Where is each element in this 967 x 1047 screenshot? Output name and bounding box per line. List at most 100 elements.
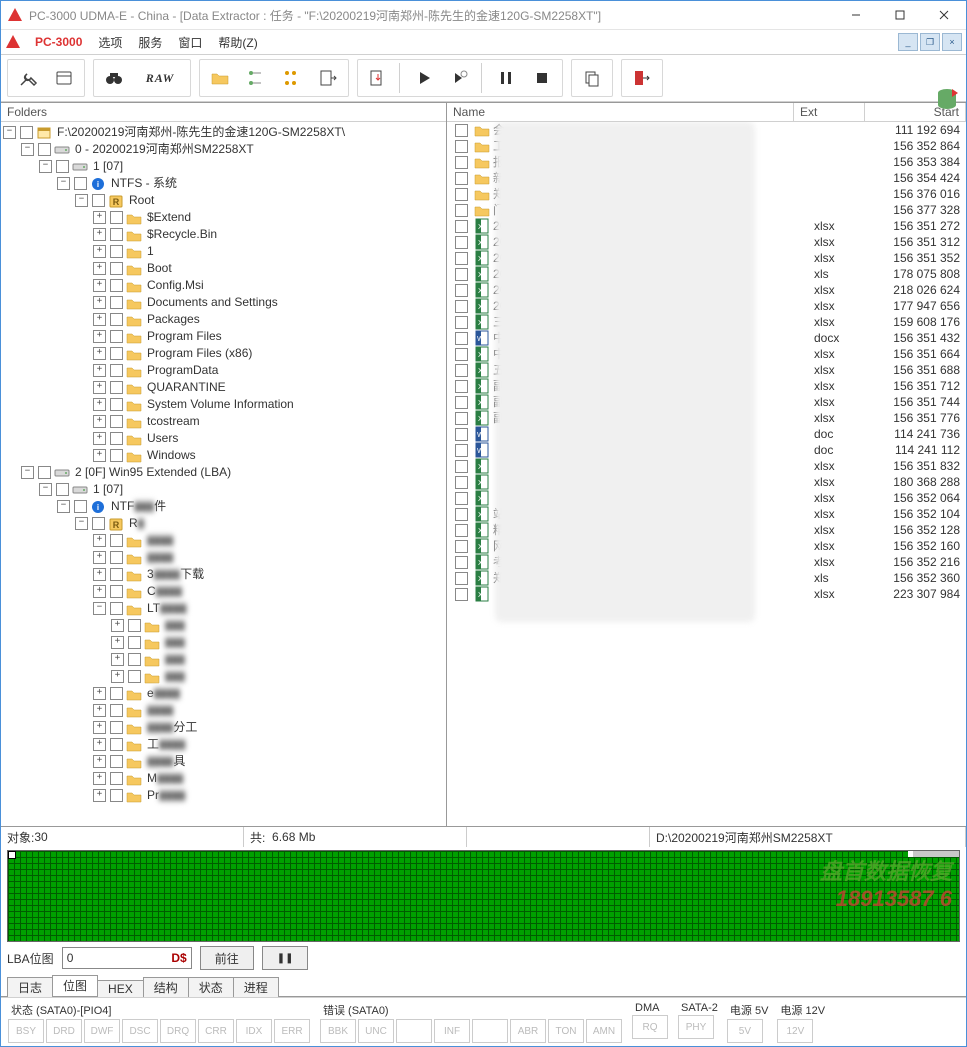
expand-toggle[interactable]: − xyxy=(21,143,34,156)
mdi-minimize-button[interactable]: _ xyxy=(898,33,918,51)
expand-toggle[interactable]: + xyxy=(93,551,106,564)
tree-row[interactable]: +Config.Msi xyxy=(93,277,446,294)
tab-5[interactable]: 进程 xyxy=(233,977,279,997)
checkbox[interactable] xyxy=(110,381,123,394)
expand-toggle[interactable]: + xyxy=(93,211,106,224)
expand-toggle[interactable]: + xyxy=(111,636,124,649)
tree-row[interactable]: +M▮▮▮▮ xyxy=(93,770,446,787)
expand-toggle[interactable]: + xyxy=(93,279,106,292)
tree-row[interactable]: +▮▮▮▮ xyxy=(93,532,446,549)
checkbox[interactable] xyxy=(455,412,468,425)
pause-button[interactable] xyxy=(489,62,523,94)
expand-toggle[interactable]: − xyxy=(39,483,52,496)
checkbox[interactable] xyxy=(455,300,468,313)
expand-toggle[interactable]: − xyxy=(93,602,106,615)
tree-row[interactable]: +▮▮▮ xyxy=(111,617,446,634)
expand-toggle[interactable]: + xyxy=(93,262,106,275)
expand-toggle[interactable]: + xyxy=(93,755,106,768)
checkbox[interactable] xyxy=(110,432,123,445)
checkbox[interactable] xyxy=(455,524,468,537)
checkbox[interactable] xyxy=(455,156,468,169)
tree-row[interactable]: +工▮▮▮▮ xyxy=(93,736,446,753)
map-sectors-button[interactable] xyxy=(275,62,309,94)
checkbox[interactable] xyxy=(56,160,69,173)
folder-tree[interactable]: −F:\20200219河南郑州-陈先生的金速120G-SM2258XT\−0 … xyxy=(1,122,446,826)
checkbox[interactable] xyxy=(110,279,123,292)
lba-bitmap[interactable] xyxy=(7,850,960,942)
maximize-button[interactable] xyxy=(878,1,922,29)
checkbox[interactable] xyxy=(455,364,468,377)
tab-0[interactable]: 日志 xyxy=(7,977,53,997)
checkbox[interactable] xyxy=(455,268,468,281)
expand-toggle[interactable]: − xyxy=(75,194,88,207)
checkbox[interactable] xyxy=(92,517,105,530)
checkbox[interactable] xyxy=(128,670,141,683)
tree-row[interactable]: −RR▮ xyxy=(75,515,446,532)
checkbox[interactable] xyxy=(110,738,123,751)
checkbox[interactable] xyxy=(455,508,468,521)
tab-2[interactable]: HEX xyxy=(97,980,144,997)
task-button[interactable] xyxy=(47,62,81,94)
checkbox[interactable] xyxy=(110,228,123,241)
checkbox[interactable] xyxy=(128,619,141,632)
checkbox[interactable] xyxy=(110,789,123,802)
expand-toggle[interactable]: + xyxy=(111,653,124,666)
tree-row[interactable]: −0 - 20200219河南郑州SM2258XT xyxy=(21,141,446,158)
tree-row[interactable]: +Documents and Settings xyxy=(93,294,446,311)
checkbox[interactable] xyxy=(110,704,123,717)
checkbox[interactable] xyxy=(455,204,468,217)
checkbox[interactable] xyxy=(455,444,468,457)
expand-toggle[interactable]: + xyxy=(93,330,106,343)
expand-toggle[interactable]: + xyxy=(93,738,106,751)
expand-toggle[interactable]: + xyxy=(93,568,106,581)
expand-toggle[interactable]: + xyxy=(93,364,106,377)
expand-toggle[interactable]: + xyxy=(93,449,106,462)
expand-toggle[interactable]: + xyxy=(93,534,106,547)
checkbox[interactable] xyxy=(455,380,468,393)
checkbox[interactable] xyxy=(110,398,123,411)
tree-row[interactable]: −F:\20200219河南郑州-陈先生的金速120G-SM2258XT\ xyxy=(3,124,446,141)
expand-toggle[interactable]: + xyxy=(93,381,106,394)
checkbox[interactable] xyxy=(455,188,468,201)
checkbox[interactable] xyxy=(455,572,468,585)
checkbox[interactable] xyxy=(74,177,87,190)
tree-row[interactable]: +System Volume Information xyxy=(93,396,446,413)
checkbox[interactable] xyxy=(110,313,123,326)
tree-row[interactable]: +▮▮▮▮ xyxy=(93,702,446,719)
lba-input[interactable]: 0D$ xyxy=(62,947,192,969)
copy-button[interactable] xyxy=(575,62,609,94)
menu-options[interactable]: 选项 xyxy=(90,32,130,53)
tree-row[interactable]: +$Extend xyxy=(93,209,446,226)
tree-row[interactable]: +Program Files (x86) xyxy=(93,345,446,362)
tree-row[interactable]: +▮▮▮ xyxy=(111,634,446,651)
exit-button[interactable] xyxy=(625,62,659,94)
checkbox[interactable] xyxy=(455,348,468,361)
checkbox[interactable] xyxy=(110,262,123,275)
expand-toggle[interactable]: + xyxy=(93,245,106,258)
col-name[interactable]: Name xyxy=(447,103,794,121)
tree-row[interactable]: −RRoot xyxy=(75,192,446,209)
tree-row[interactable]: +Program Files xyxy=(93,328,446,345)
checkbox[interactable] xyxy=(110,755,123,768)
expand-toggle[interactable]: + xyxy=(93,313,106,326)
checkbox[interactable] xyxy=(128,653,141,666)
checkbox[interactable] xyxy=(20,126,33,139)
lba-go-button[interactable]: 前往 xyxy=(200,946,254,970)
checkbox[interactable] xyxy=(455,428,468,441)
expand-toggle[interactable]: + xyxy=(93,296,106,309)
tree-row[interactable]: +e▮▮▮▮ xyxy=(93,685,446,702)
tree-row[interactable]: +▮▮▮▮具 xyxy=(93,753,446,770)
expand-toggle[interactable]: + xyxy=(111,670,124,683)
checkbox[interactable] xyxy=(38,466,51,479)
checkbox[interactable] xyxy=(455,396,468,409)
tree-row[interactable]: +▮▮▮▮ xyxy=(93,549,446,566)
close-button[interactable] xyxy=(922,1,966,29)
checkbox[interactable] xyxy=(110,687,123,700)
database-icon[interactable] xyxy=(934,87,960,113)
tree-row[interactable]: +Windows xyxy=(93,447,446,464)
binoculars-button[interactable] xyxy=(97,62,131,94)
checkbox[interactable] xyxy=(455,540,468,553)
expand-toggle[interactable]: + xyxy=(93,228,106,241)
tab-1[interactable]: 位图 xyxy=(52,975,98,996)
expand-toggle[interactable]: + xyxy=(93,415,106,428)
